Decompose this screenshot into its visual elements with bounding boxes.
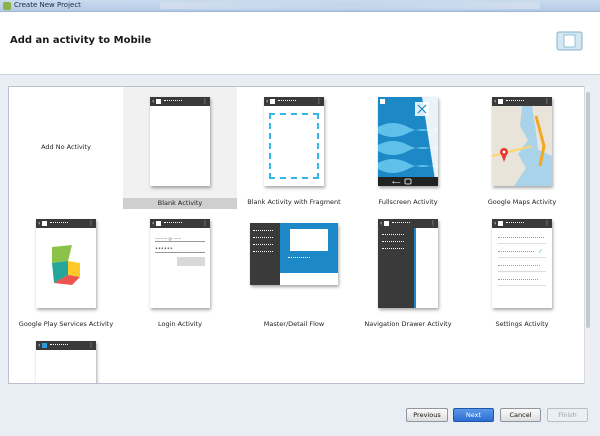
- activity-label: Navigation Drawer Activity: [364, 320, 452, 328]
- phone-preview: ‹ ⋮: [492, 97, 552, 186]
- phone-preview: ‹ ⋮: [36, 219, 96, 308]
- activity-fullscreen[interactable]: ⟵ Fullscreen Activity: [351, 87, 465, 209]
- activity-label: Login Activity: [158, 320, 202, 328]
- google-play-services-icon: [52, 245, 80, 285]
- activity-label: Fullscreen Activity: [378, 198, 438, 206]
- login-email-field: ⁓⁓⁓ @ ⁓⁓: [155, 236, 205, 242]
- activity-label: Blank Activity: [123, 198, 237, 209]
- activity-label: Add No Activity: [41, 143, 91, 151]
- svg-text:⟵: ⟵: [392, 179, 401, 186]
- previous-button[interactable]: Previous: [406, 408, 448, 422]
- phone-preview: ‹ ⋮: [264, 97, 324, 186]
- page-title: Add an activity to Mobile: [10, 35, 152, 46]
- wizard-header: Add an activity to Mobile: [0, 12, 600, 75]
- master-list-panel: [250, 223, 280, 285]
- android-studio-icon: [3, 2, 11, 10]
- map-icon: [492, 106, 552, 186]
- activity-google-maps[interactable]: ‹ ⋮ Google Maps Activity: [465, 87, 579, 209]
- phone-preview: ‹ ⋮: [36, 341, 96, 383]
- fragment-placeholder-icon: [269, 113, 319, 179]
- activity-label: Master/Detail Flow: [263, 320, 325, 328]
- navigation-drawer-panel: [378, 228, 414, 308]
- activity-login[interactable]: ‹ ⋮ ⁓⁓⁓ @ ⁓⁓ •••••• Login Activity: [123, 209, 237, 331]
- scrollbar-thumb[interactable]: [586, 92, 590, 328]
- activity-gallery[interactable]: Add No Activity ‹ ⋮ Blank Activity ‹ ⋮ Bla…: [8, 86, 590, 384]
- activity-label: Google Maps Activity: [487, 198, 557, 206]
- checkbox-checked-icon: ✓: [538, 248, 544, 255]
- tablet-device-icon: [556, 31, 583, 51]
- activity-navigation-drawer[interactable]: ‹ ⋮ Navigation Drawer Activity: [351, 209, 465, 331]
- activity-master-detail[interactable]: Master/Detail Flow: [237, 209, 351, 331]
- activity-blank-with-fragment[interactable]: ‹ ⋮ Blank Activity with Fragment: [237, 87, 351, 209]
- activity-google-play-services[interactable]: ‹ ⋮ Google Play Services Activity: [9, 209, 123, 331]
- window-title-bar[interactable]: Create New Project: [0, 0, 600, 12]
- phone-preview: ⟵: [378, 97, 438, 186]
- phone-preview: ‹ ⋮ ✓: [492, 219, 552, 308]
- activity-tabbed[interactable]: ‹ ⋮: [9, 331, 123, 383]
- blurred-title-area: [160, 2, 540, 9]
- cancel-button[interactable]: Cancel: [500, 408, 541, 422]
- tablet-preview: [250, 223, 338, 285]
- wizard-footer: Previous Next Cancel Finish: [0, 384, 600, 436]
- next-button[interactable]: Next: [453, 408, 494, 422]
- phone-preview: ‹ ⋮: [378, 219, 438, 308]
- activity-add-no-activity[interactable]: Add No Activity: [9, 87, 123, 209]
- activity-blank[interactable]: ‹ ⋮ Blank Activity: [123, 87, 237, 209]
- activity-label: Blank Activity with Fragment: [247, 198, 341, 206]
- login-button-preview: [177, 257, 205, 266]
- activity-label: Settings Activity: [495, 320, 549, 328]
- finish-button[interactable]: Finish: [547, 408, 588, 422]
- login-password-field: ••••••: [155, 247, 205, 253]
- activity-label: Google Play Services Activity: [18, 320, 114, 328]
- phone-preview: ‹ ⋮ ⁓⁓⁓ @ ⁓⁓ ••••••: [150, 219, 210, 308]
- activity-settings[interactable]: ‹ ⋮ ✓ Settings Activity: [465, 209, 579, 331]
- window-title: Create New Project: [14, 1, 81, 9]
- phone-preview: ‹ ⋮: [150, 97, 210, 186]
- fullscreen-waves-icon: ⟵: [378, 97, 438, 186]
- gallery-scrollbar[interactable]: [584, 86, 590, 384]
